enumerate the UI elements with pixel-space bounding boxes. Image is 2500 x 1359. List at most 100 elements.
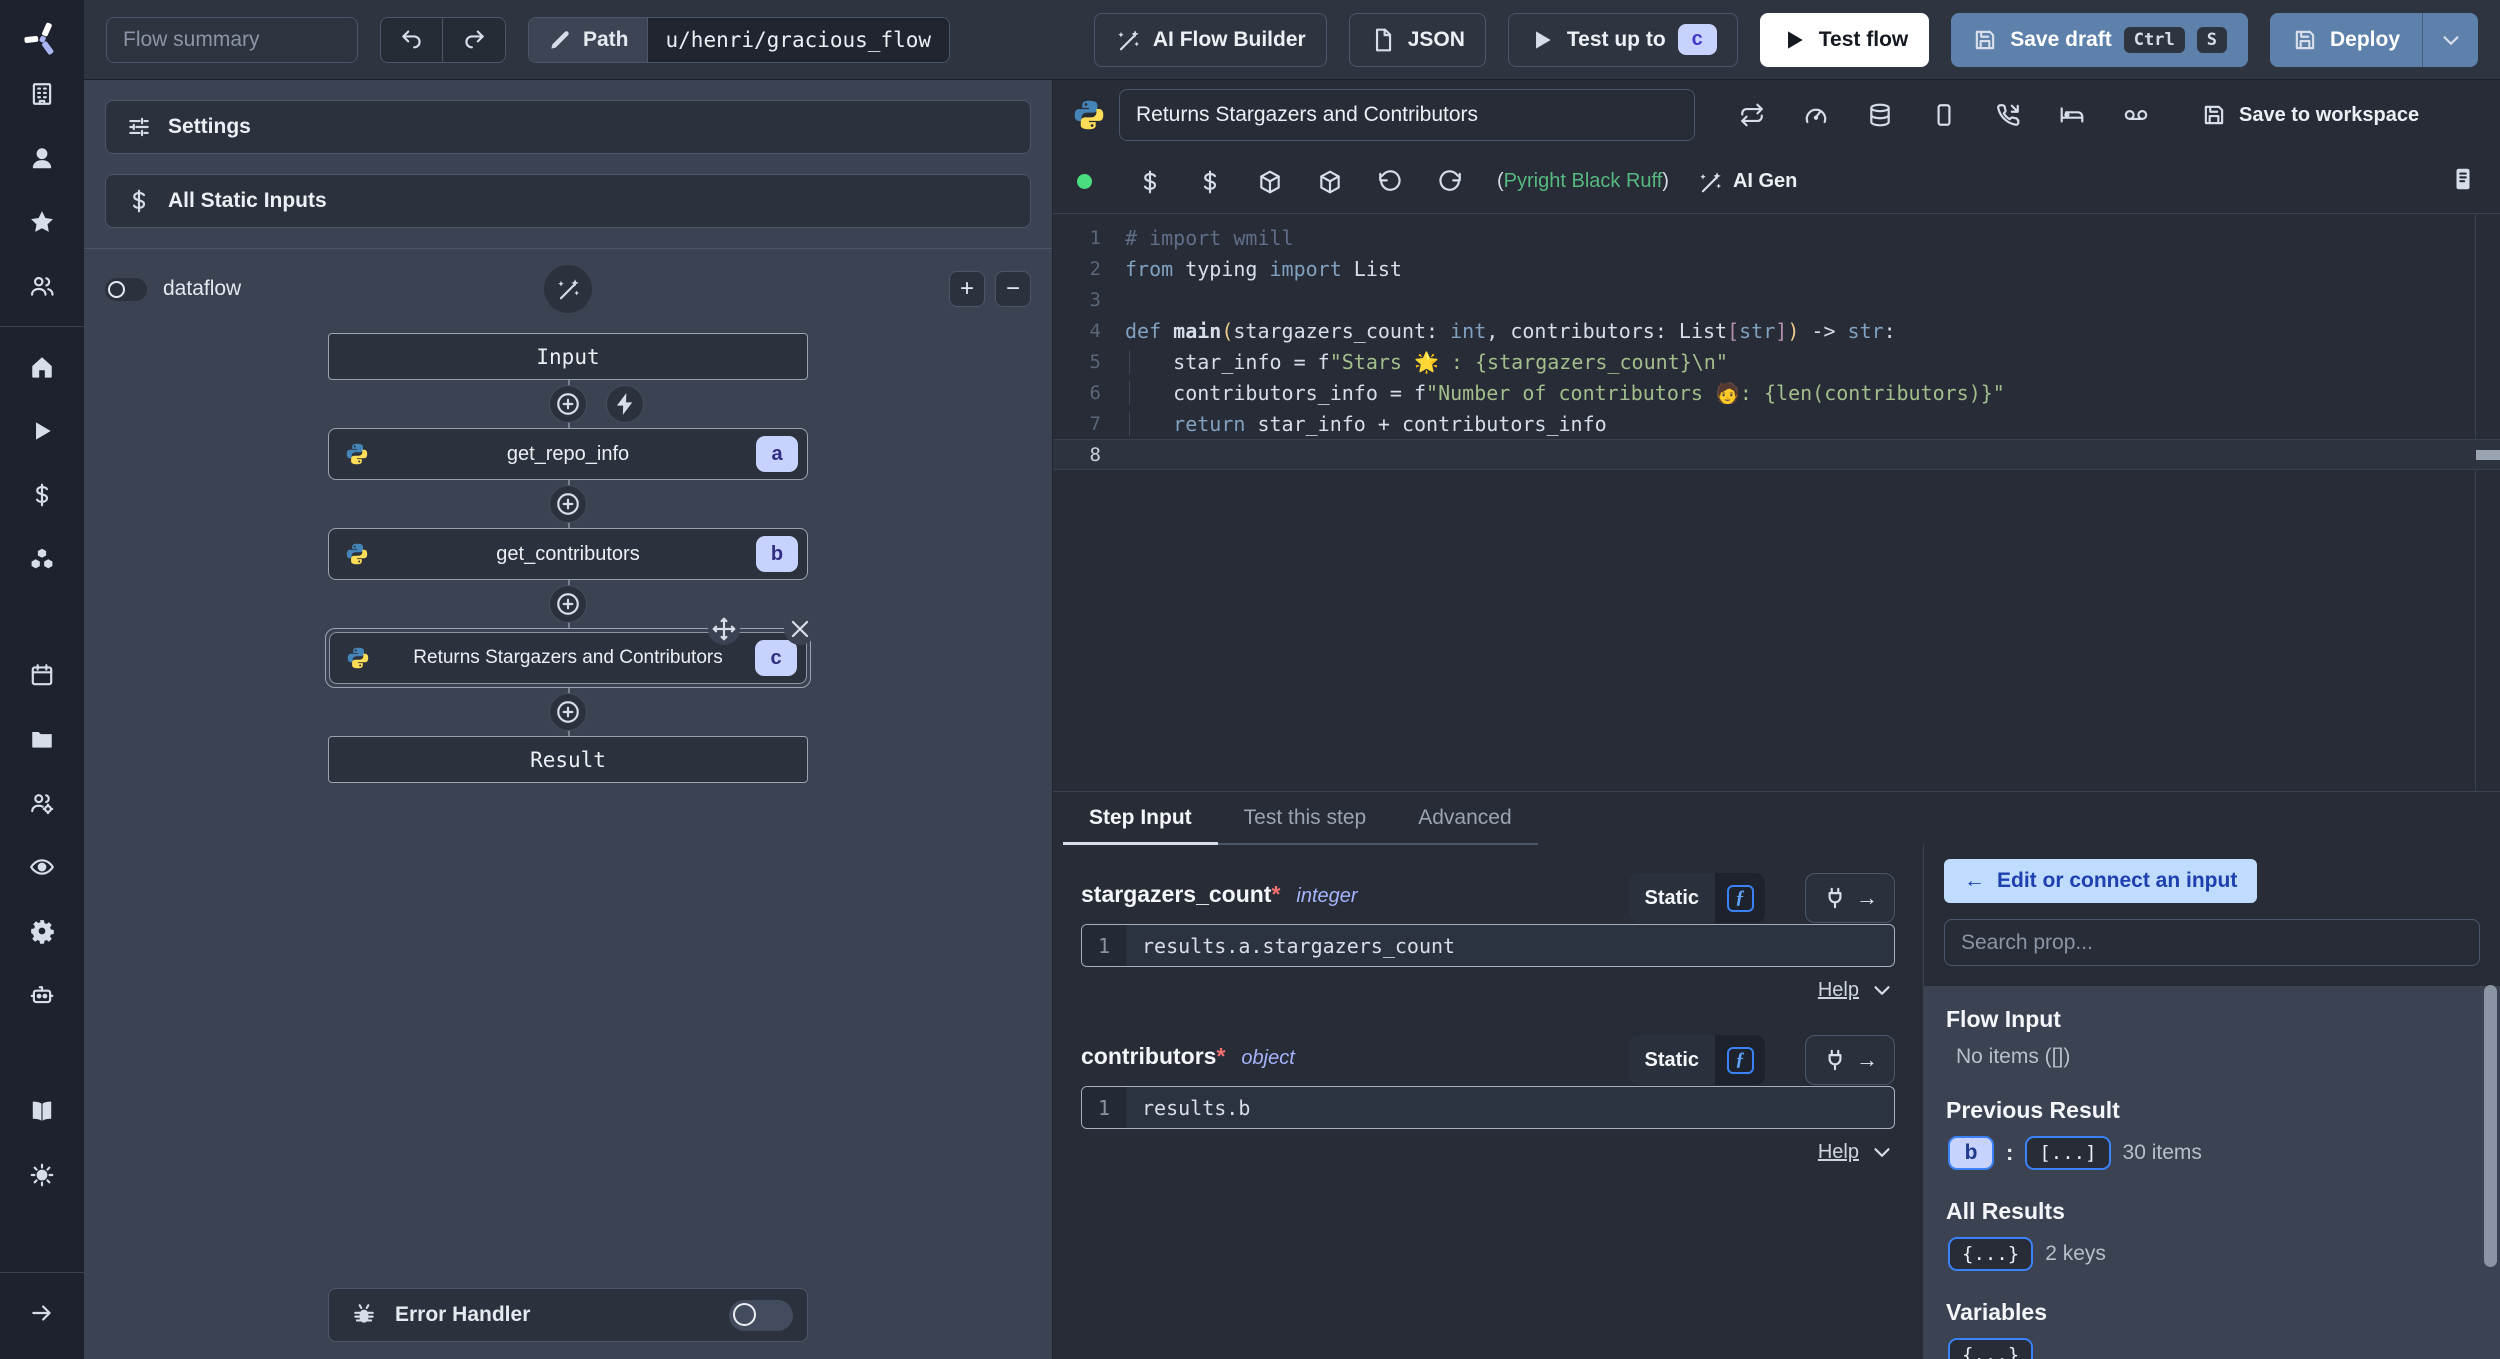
tab-test-this-step[interactable]: Test this step: [1218, 792, 1393, 843]
code-line-7[interactable]: 7 return star_info + contributors_info: [1053, 408, 2500, 439]
flow-summary-input[interactable]: [106, 16, 358, 63]
code-editor[interactable]: 1 # import wmill 2 from typing import List 3…: [1053, 213, 2500, 791]
step-node-a[interactable]: get_repo_info a: [328, 428, 808, 480]
sidebar-item-workers[interactable]: [20, 781, 64, 825]
expression-editor[interactable]: 1 results.b: [1081, 1086, 1895, 1129]
add-step-button[interactable]: [549, 585, 587, 623]
test-flow-button[interactable]: Test flow: [1759, 12, 1930, 67]
error-handler-node[interactable]: Error Handler: [328, 1288, 808, 1342]
code-assistants-status[interactable]: (Pyright Black Ruff): [1497, 170, 1669, 193]
connect-input-button[interactable]: →: [1805, 1035, 1895, 1085]
concurrency-icon[interactable]: [1803, 102, 1829, 128]
redo-button[interactable]: [443, 18, 505, 62]
save-to-workspace-button[interactable]: Save to workspace: [2201, 102, 2419, 128]
windmill-logo-icon[interactable]: [19, 16, 65, 62]
sidebar-item-resources[interactable]: [20, 537, 64, 581]
save-draft-button[interactable]: Save draft Ctrl S: [1951, 12, 2248, 67]
all-static-inputs-button[interactable]: All Static Inputs: [105, 174, 1031, 228]
code-line-4[interactable]: 4 def main(stargazers_count: int, contrib…: [1053, 315, 2500, 346]
code-line-2[interactable]: 2 from typing import List: [1053, 253, 2500, 284]
connect-panel-scrollbar[interactable]: [2484, 985, 2497, 1267]
delete-step-button[interactable]: [784, 613, 816, 645]
context-variable-icon[interactable]: [1197, 169, 1223, 195]
retries-icon[interactable]: [1739, 102, 1765, 128]
sidebar-item-expand-sidebar[interactable]: [20, 1291, 64, 1335]
zoom-in-button[interactable]: +: [949, 271, 985, 307]
lifetime-icon[interactable]: [2123, 102, 2149, 128]
sidebar-item-user[interactable]: [20, 136, 64, 180]
javascript-mode-button[interactable]: ƒ: [1715, 873, 1765, 923]
sidebar-item-home[interactable]: [20, 345, 64, 389]
javascript-mode-button[interactable]: ƒ: [1715, 1035, 1765, 1085]
expression-editor[interactable]: 1 results.a.stargazers_count: [1081, 924, 1895, 967]
zoom-out-button[interactable]: −: [995, 271, 1031, 307]
sidebar-item-workspace[interactable]: [20, 72, 64, 116]
undo-button[interactable]: [381, 17, 443, 62]
json-button[interactable]: JSON: [1348, 12, 1486, 67]
sidebar-item-theme[interactable]: [20, 1153, 64, 1197]
mock-icon[interactable]: [1931, 102, 1957, 128]
result-node[interactable]: Result: [328, 736, 808, 783]
connect-input-button[interactable]: →: [1805, 873, 1895, 923]
all-results-preview-badge[interactable]: {...}: [1948, 1237, 2034, 1271]
sidebar-item-ai[interactable]: [20, 973, 64, 1017]
add-step-button[interactable]: [549, 693, 587, 731]
move-step-handle[interactable]: [708, 613, 740, 645]
help-link[interactable]: Help: [1818, 1141, 1859, 1164]
previous-result-key-badge[interactable]: b: [1948, 1136, 1994, 1170]
variable-picker-icon[interactable]: [1137, 169, 1163, 195]
code-line-5[interactable]: 5 star_info = f"Stars 🌟 : {stargazers_co…: [1053, 346, 2500, 377]
tab-step-input[interactable]: Step Input: [1063, 792, 1218, 845]
sidebar-item-runs[interactable]: [20, 409, 64, 453]
step-node-b[interactable]: get_contributors b: [328, 528, 808, 580]
previous-result-preview-badge[interactable]: [...]: [2025, 1136, 2111, 1170]
static-mode-button[interactable]: Static: [1629, 1049, 1715, 1072]
script-icon[interactable]: [2450, 166, 2476, 192]
sidebar-item-settings[interactable]: [20, 909, 64, 953]
flow-settings-button[interactable]: Settings: [105, 100, 1031, 154]
ai-flow-builder-button[interactable]: AI Flow Builder: [1093, 12, 1327, 67]
ai-wand-button[interactable]: [544, 265, 592, 313]
package-icon[interactable]: [1257, 169, 1283, 195]
edit-or-connect-button[interactable]: ← Edit or connect an input: [1944, 859, 2258, 903]
input-node[interactable]: Input: [328, 333, 808, 380]
sidebar-item-audit-logs[interactable]: [20, 845, 64, 889]
static-mode-button[interactable]: Static: [1629, 887, 1715, 910]
code-line-3[interactable]: 3: [1053, 284, 2500, 315]
add-step-button[interactable]: [549, 385, 587, 423]
step-node-label: get_contributors: [496, 542, 640, 565]
package-icon[interactable]: [1317, 169, 1343, 195]
reload-icon[interactable]: [1437, 169, 1463, 195]
test-up-to-button[interactable]: Test up to c: [1507, 12, 1738, 67]
code-line-8[interactable]: 8: [1053, 439, 2500, 470]
chevron-down-icon[interactable]: [1869, 1139, 1895, 1165]
tab-advanced[interactable]: Advanced: [1392, 792, 1537, 843]
add-step-button[interactable]: [549, 485, 587, 523]
help-link[interactable]: Help: [1818, 979, 1859, 1002]
error-handler-toggle[interactable]: [729, 1299, 793, 1331]
deploy-dropdown-button[interactable]: [2422, 12, 2478, 67]
sleep-icon[interactable]: [2059, 102, 2085, 128]
sidebar-item-variables[interactable]: [20, 473, 64, 517]
cache-icon[interactable]: [1867, 102, 1893, 128]
suspend-icon[interactable]: [1995, 102, 2021, 128]
dataflow-toggle[interactable]: [105, 277, 147, 301]
path-value[interactable]: u/henri/gracious_flow: [646, 17, 950, 62]
path-chip[interactable]: Path u/henri/gracious_flow: [528, 16, 951, 63]
variables-preview-badge[interactable]: {...}: [1948, 1338, 2034, 1359]
sidebar-item-docs[interactable]: [20, 1089, 64, 1133]
undo-redo-group: [380, 16, 506, 63]
sidebar-item-favorites[interactable]: [20, 200, 64, 244]
chevron-down-icon[interactable]: [1869, 977, 1895, 1003]
step-title-input[interactable]: [1119, 89, 1695, 141]
trigger-button[interactable]: [606, 385, 644, 423]
sidebar-item-schedules[interactable]: [20, 653, 64, 697]
ai-gen-button[interactable]: AI Gen: [1697, 169, 1797, 195]
sidebar-item-folders[interactable]: [20, 717, 64, 761]
sidebar-item-user-groups[interactable]: [20, 264, 64, 308]
code-line-1[interactable]: 1 # import wmill: [1053, 222, 2500, 253]
search-prop-input[interactable]: [1944, 919, 2480, 966]
code-line-6[interactable]: 6 contributors_info = f"Number of contri…: [1053, 377, 2500, 408]
deploy-button[interactable]: Deploy: [2269, 12, 2422, 67]
reset-icon[interactable]: [1377, 169, 1403, 195]
